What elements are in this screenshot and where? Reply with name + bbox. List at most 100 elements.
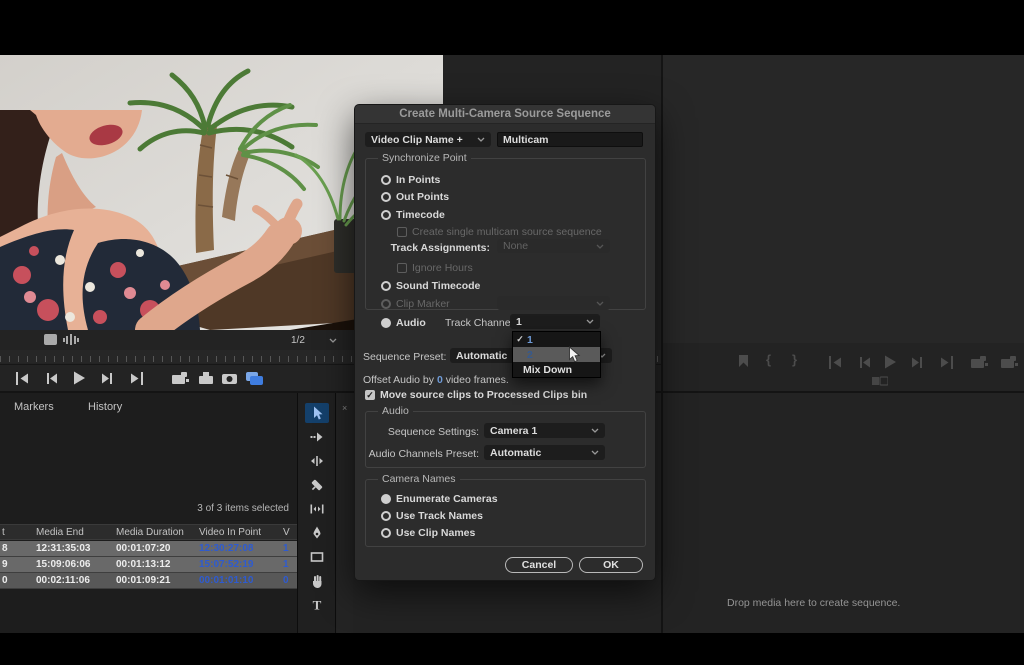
type-tool[interactable]: T — [305, 595, 329, 615]
cell-media-start: 8 — [0, 541, 36, 556]
in-points-radio[interactable] — [381, 175, 391, 185]
multicam-toggle-icon[interactable] — [245, 370, 264, 386]
track-select-forward-tool[interactable] — [305, 427, 329, 447]
sequence-settings-select[interactable]: Camera 1 — [484, 423, 605, 438]
cell-media-start: 9 — [0, 557, 36, 572]
chevron-down-icon — [591, 450, 599, 455]
channels-preset-select[interactable]: Automatic — [484, 445, 605, 460]
overwrite-button[interactable] — [197, 370, 215, 386]
enumerate-cameras-label[interactable]: Enumerate Cameras — [396, 493, 498, 505]
hand-tool[interactable] — [305, 571, 329, 591]
panel-edge-strip: × — [337, 393, 353, 633]
clip-marker-select[interactable] — [497, 296, 610, 310]
sound-timecode-label[interactable]: Sound Timecode — [396, 280, 480, 292]
clip-marker-radio[interactable] — [381, 299, 391, 309]
add-marker-button[interactable] — [737, 354, 750, 368]
lift-button[interactable] — [970, 354, 989, 370]
use-clip-names-radio[interactable] — [381, 528, 391, 538]
cancel-button[interactable]: Cancel — [505, 557, 573, 573]
offset-value[interactable]: 0 — [437, 374, 443, 386]
slip-tool[interactable] — [305, 499, 329, 519]
offset-prefix: Offset Audio by — [363, 374, 434, 386]
menu-item-1[interactable]: ✓ 1 — [513, 332, 600, 347]
tab-markers[interactable]: Markers — [14, 401, 54, 413]
use-clip-names-label[interactable]: Use Clip Names — [396, 527, 475, 539]
move-clips-label[interactable]: Move source clips to Processed Clips bin — [380, 389, 587, 401]
table-header-row[interactable]: t Media End Media Duration Video In Poin… — [0, 524, 297, 540]
ignore-hours-label: Ignore Hours — [412, 262, 473, 274]
column-header-media-end[interactable]: Media End — [36, 525, 116, 539]
insert-button[interactable] — [171, 370, 190, 386]
program-play-button[interactable] — [882, 354, 898, 370]
program-monitor-display — [663, 55, 1024, 343]
audio-group-label: Audio — [378, 405, 413, 417]
zoom-level-select[interactable]: 1/2 — [291, 333, 337, 347]
move-clips-checkbox[interactable]: ✓ — [365, 390, 375, 400]
timecode-radio[interactable] — [381, 210, 391, 220]
menu-item-2[interactable]: 2 — [513, 347, 600, 362]
menu-item-2-label: 2 — [527, 349, 533, 361]
comparison-view-icon[interactable] — [872, 376, 888, 386]
program-go-to-in-button[interactable] — [828, 355, 845, 370]
column-header-video-in-point[interactable]: Video In Point — [195, 525, 283, 539]
close-icon[interactable]: × — [342, 403, 347, 413]
mark-in-button[interactable]: { — [766, 352, 771, 367]
drag-audio-icon[interactable] — [62, 334, 80, 345]
cell-video-out: 0 — [283, 573, 297, 588]
sequence-preset-label: Sequence Preset: — [363, 351, 446, 363]
offset-suffix: video frames. — [446, 374, 509, 386]
selection-tool[interactable] — [305, 403, 329, 423]
out-points-radio[interactable] — [381, 192, 391, 202]
rectangle-tool[interactable] — [305, 547, 329, 567]
sequence-name-input[interactable] — [497, 132, 643, 147]
table-row[interactable]: 9 15:09:06:06 00:01:13:12 15:07:52:19 1 — [0, 557, 297, 573]
step-back-button[interactable] — [43, 371, 60, 386]
tab-history[interactable]: History — [88, 401, 122, 413]
name-preset-select[interactable]: Video Clip Name + — [365, 132, 491, 147]
drag-video-icon[interactable] — [44, 334, 57, 345]
cell-media-duration: 00:01:09:21 — [116, 573, 195, 588]
program-step-forward-button[interactable] — [909, 355, 926, 370]
use-track-names-label[interactable]: Use Track Names — [396, 510, 483, 522]
table-row[interactable]: 8 12:31:35:03 00:01:07:20 12:30:27:08 1 — [0, 541, 297, 557]
menu-item-mix-down[interactable]: Mix Down — [513, 362, 600, 377]
ripple-edit-tool[interactable] — [305, 451, 329, 471]
single-sequence-checkbox[interactable] — [397, 227, 407, 237]
pen-tool[interactable] — [305, 523, 329, 543]
audio-label[interactable]: Audio — [396, 317, 426, 329]
razor-tool[interactable] — [305, 475, 329, 495]
export-frame-button[interactable] — [221, 371, 238, 385]
single-sequence-label: Create single multicam source sequence — [412, 226, 602, 238]
program-go-to-out-button[interactable] — [937, 355, 954, 370]
enumerate-cameras-radio[interactable] — [381, 494, 391, 504]
timecode-label[interactable]: Timecode — [396, 209, 445, 221]
go-to-in-button[interactable] — [15, 371, 32, 386]
column-header-media-duration[interactable]: Media Duration — [116, 525, 195, 539]
sound-timecode-radio[interactable] — [381, 281, 391, 291]
step-forward-button[interactable] — [99, 371, 116, 386]
table-row[interactable]: 0 00:02:11:06 00:01:09:21 00:01:01:10 0 — [0, 573, 297, 589]
menu-item-1-label: 1 — [527, 334, 533, 346]
column-header-video-out-point[interactable]: V — [283, 525, 297, 539]
play-button[interactable] — [71, 370, 87, 386]
out-points-label[interactable]: Out Points — [396, 191, 449, 203]
cell-media-end: 00:02:11:06 — [36, 573, 116, 588]
audio-radio[interactable] — [381, 318, 391, 328]
go-to-out-button[interactable] — [127, 371, 144, 386]
mark-out-button[interactable]: } — [792, 352, 797, 367]
dialog-title[interactable]: Create Multi-Camera Source Sequence — [355, 105, 655, 124]
menu-item-mix-down-label: Mix Down — [523, 364, 572, 376]
track-channel-select[interactable]: 1 — [510, 314, 600, 329]
ignore-hours-checkbox[interactable] — [397, 263, 407, 273]
track-assignments-select[interactable]: None — [497, 239, 610, 253]
sequence-settings-value: Camera 1 — [490, 425, 537, 437]
ok-button[interactable]: OK — [579, 557, 643, 573]
cell-video-in: 12:30:27:08 — [195, 541, 283, 556]
in-points-label[interactable]: In Points — [396, 174, 440, 186]
program-step-back-button[interactable] — [856, 355, 873, 370]
use-track-names-radio[interactable] — [381, 511, 391, 521]
extract-button[interactable] — [1000, 354, 1019, 370]
create-multicam-dialog: Create Multi-Camera Source Sequence Vide… — [355, 105, 655, 580]
column-header-media-start[interactable]: t — [0, 525, 36, 539]
zoom-level-value: 1/2 — [291, 335, 305, 346]
